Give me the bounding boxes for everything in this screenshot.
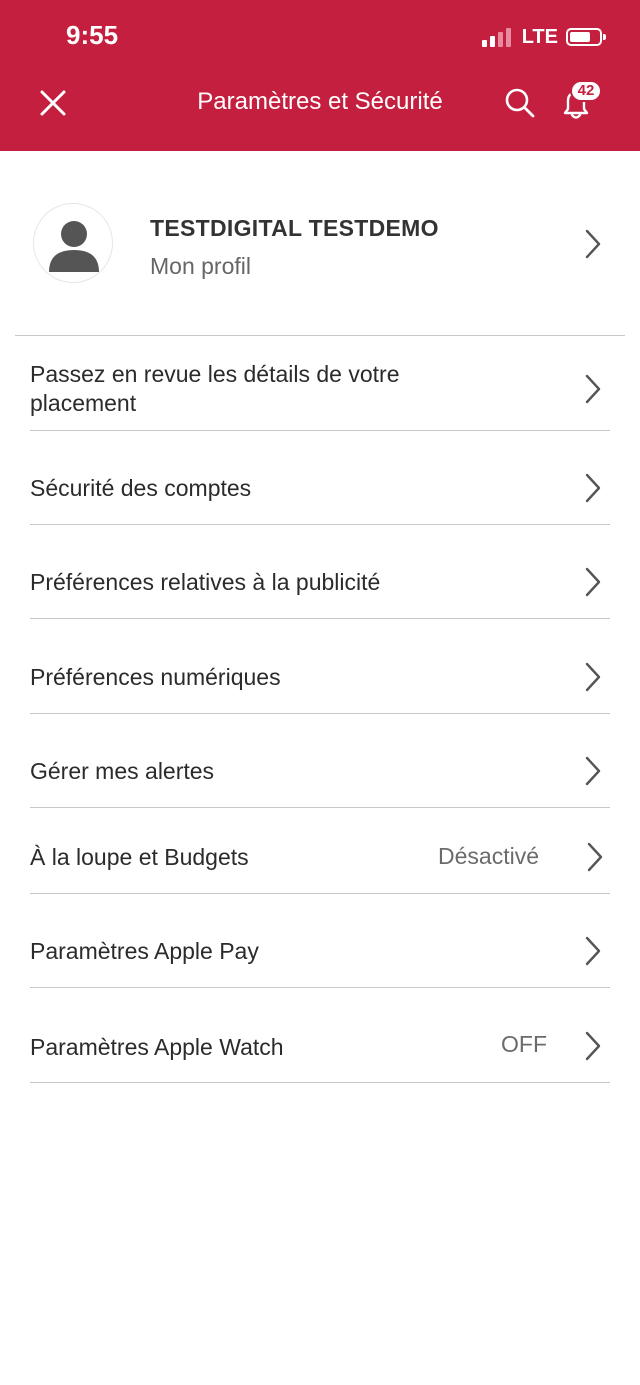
- menu-item-label: Gérer mes alertes: [30, 758, 215, 784]
- status-indicators: LTE: [481, 22, 606, 52]
- search-button[interactable]: [503, 86, 537, 120]
- chevron-right-icon: [585, 567, 601, 597]
- chevron-right-icon: [585, 374, 601, 404]
- menu-item-value: Désactivé: [438, 843, 539, 869]
- chevron-right-icon: [587, 842, 603, 872]
- chevron-right-icon: [585, 1031, 601, 1061]
- menu-item-label: Paramètres Apple Pay: [30, 938, 259, 964]
- search-icon: [505, 88, 535, 118]
- profile-row[interactable]: TESTDIGITAL TESTDEMO Mon profil: [0, 151, 640, 336]
- menu-item-label: Sécurité des comptes: [30, 475, 252, 501]
- chevron-right-icon: [585, 662, 601, 692]
- menu-item-digital-preferences[interactable]: Préférences numériques: [0, 619, 640, 714]
- menu-item-label: Préférences numériques: [30, 664, 281, 690]
- menu-item-label: Préférences relatives à la publicité: [30, 569, 381, 595]
- chevron-right-icon: [585, 756, 601, 786]
- menu-item-label: À la loupe et Budgets: [30, 844, 249, 870]
- signal-icon: [481, 27, 514, 47]
- menu-item-apple-watch[interactable]: Paramètres Apple Watch OFF: [0, 988, 640, 1083]
- network-label: LTE: [521, 25, 558, 48]
- menu-item-placement-details[interactable]: Passez en revue les détails de votre pla…: [0, 336, 640, 431]
- menu-item-ad-preferences[interactable]: Préférences relatives à la publicité: [0, 525, 640, 619]
- avatar: [33, 203, 113, 283]
- profile-name: TESTDIGITAL TESTDEMO: [150, 215, 439, 241]
- chevron-right-icon: [585, 936, 601, 966]
- battery-icon: [566, 28, 606, 46]
- menu-item-label: Paramètres Apple Watch: [30, 1034, 284, 1060]
- status-time: 9:55: [66, 20, 119, 50]
- person-icon: [49, 221, 99, 272]
- menu-item-account-security[interactable]: Sécurité des comptes: [0, 431, 640, 525]
- chevron-right-icon: [585, 473, 601, 503]
- menu-item-apple-pay[interactable]: Paramètres Apple Pay: [0, 894, 640, 988]
- menu-item-label: Passez en revue les détails de votre pla…: [30, 361, 400, 416]
- menu-item-value: OFF: [501, 1031, 547, 1057]
- page-title: Paramètres et Sécurité: [197, 88, 443, 115]
- menu-item-manage-alerts[interactable]: Gérer mes alertes: [0, 714, 640, 808]
- profile-subtitle: Mon profil: [150, 253, 251, 279]
- app-header: 9:55 LTE Paramètres et Sécurité 42: [0, 0, 640, 151]
- divider: [30, 1082, 610, 1083]
- notification-badge: 42: [570, 80, 602, 102]
- chevron-right-icon: [585, 229, 601, 259]
- menu-item-budgets[interactable]: À la loupe et Budgets Désactivé: [0, 808, 640, 894]
